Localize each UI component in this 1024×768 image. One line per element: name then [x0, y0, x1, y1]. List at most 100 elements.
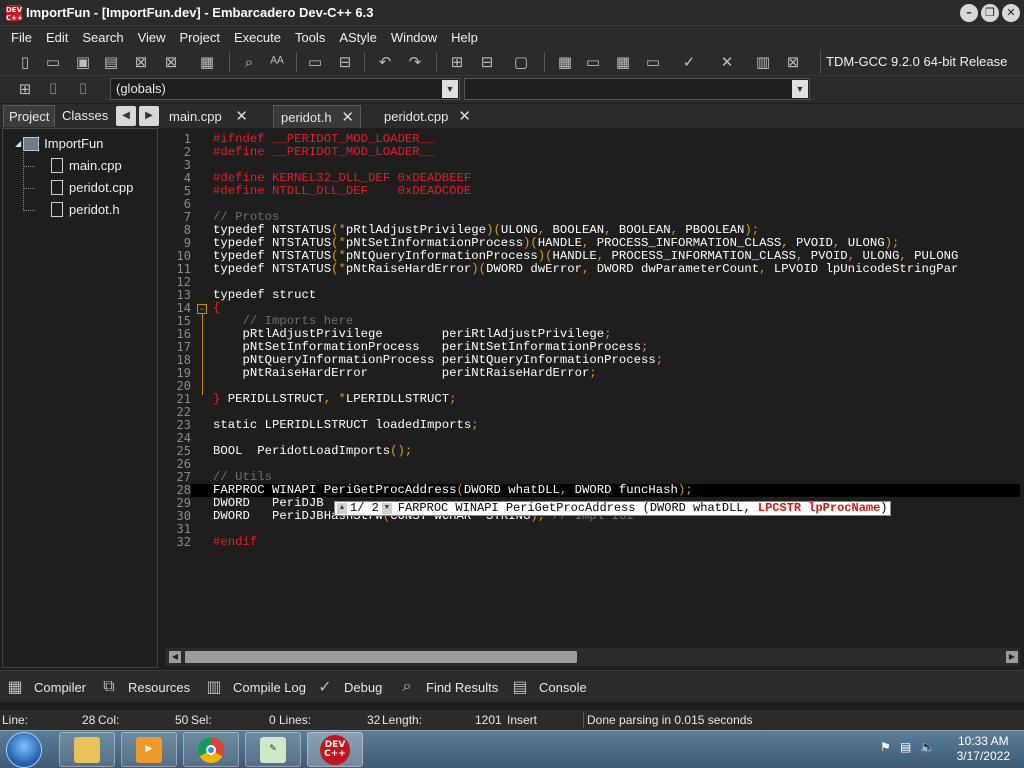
tree-project[interactable]: ◢ ImportFun [15, 136, 103, 151]
compiler-select[interactable]: TDM-GCC 9.2.0 64-bit Release [820, 50, 1024, 74]
tab-peridot-h[interactable]: peridot.h ✕ [273, 105, 361, 128]
call-tip-current-param: LPCSTR lpProcName [757, 501, 881, 515]
menu-help[interactable]: Help [444, 30, 485, 45]
compile-run-icon[interactable]: ▦ [612, 51, 634, 73]
code-token: ); [744, 223, 760, 237]
project-options-icon[interactable]: ▢ [510, 51, 532, 73]
tree-file[interactable]: peridot.cpp [51, 180, 133, 195]
close-tab-icon[interactable]: ✕ [235, 105, 248, 128]
tab-compiler[interactable]: ▦ Compiler [4, 675, 86, 699]
unindent-icon[interactable]: ⊟ [334, 51, 356, 73]
code-token: #endif [213, 535, 258, 549]
code-token: pRtlAdjustPrivilege periRtlAdjustPrivile… [213, 327, 605, 341]
action-center-icon[interactable]: ⚑ [880, 740, 894, 754]
tab-resources[interactable]: ⧉ Resources [98, 675, 190, 699]
scroll-left-icon[interactable]: ◀ [169, 651, 181, 663]
tab-find-results[interactable]: ⌕ Find Results [396, 675, 499, 699]
menu-bar: File Edit Search View Project Execute To… [0, 26, 1024, 48]
chevron-right-icon[interactable]: ▶ [139, 106, 159, 126]
chevron-down-icon[interactable]: ▼ [381, 503, 392, 514]
print-icon[interactable]: ▦ [196, 51, 218, 73]
scope-combo[interactable]: (globals) ▼ [110, 78, 460, 100]
tree-file[interactable]: main.cpp [51, 158, 122, 173]
close-tab-icon[interactable]: ✕ [341, 106, 354, 129]
redo-icon[interactable]: ↷ [404, 51, 426, 73]
file-icon [51, 180, 63, 195]
function-combo[interactable]: ▼ [464, 78, 810, 100]
horizontal-scrollbar[interactable]: ◀ ▶ [165, 648, 1020, 666]
code-token: PULONG [914, 249, 959, 263]
open-file-icon[interactable]: ▭ [42, 51, 64, 73]
fold-toggle-icon[interactable]: − [197, 304, 207, 314]
tab-classes[interactable]: Classes [57, 105, 113, 127]
goto-icon[interactable]: ⊞ [14, 78, 36, 100]
clock-date: 3/17/2022 [956, 749, 1010, 763]
line-value: 28 [82, 713, 96, 727]
run-icon[interactable]: ▭ [582, 51, 604, 73]
menu-tools[interactable]: Tools [288, 30, 332, 45]
menu-execute[interactable]: Execute [227, 30, 288, 45]
bookmarks-icon[interactable]: ⌷ [72, 78, 94, 100]
new-file-icon[interactable]: ▯ [14, 51, 36, 73]
new-project-icon[interactable]: ⊞ [446, 51, 468, 73]
tab-main-cpp[interactable]: main.cpp ✕ [162, 105, 254, 128]
menu-astyle[interactable]: AStyle [332, 30, 384, 45]
taskbar-devcpp[interactable]: DEV C++ [307, 732, 363, 767]
code-token: pRtlAdjustPrivilege [345, 223, 487, 237]
check-icon[interactable]: ✓ [678, 51, 700, 73]
undo-icon[interactable]: ↶ [374, 51, 396, 73]
menu-project[interactable]: Project [173, 30, 227, 45]
stop-icon[interactable]: ✕ [716, 51, 738, 73]
find-icon[interactable]: ⌕ [238, 51, 260, 73]
menu-search[interactable]: Search [75, 30, 130, 45]
replace-icon[interactable]: ᴬᴬ [266, 51, 288, 73]
taskbar-explorer[interactable] [59, 732, 115, 767]
menu-window[interactable]: Window [384, 30, 444, 45]
close-all-icon[interactable]: ⊠ [160, 51, 182, 73]
save-all-icon[interactable]: ▤ [100, 51, 122, 73]
code-editor[interactable]: 1 2 3 4 5 6 7 8 9 10 11 12 13 14 15 16 17 18 19 20 21 22 23 24 2… [165, 128, 1020, 648]
close-file-icon[interactable]: ⊠ [130, 51, 152, 73]
save-icon[interactable]: ▣ [72, 51, 94, 73]
chevron-up-icon[interactable]: ▲ [337, 503, 347, 514]
call-tip: ▲ 1/ 2 ▼ FARPROC WINAPI PeriGetProcAddre… [334, 501, 891, 516]
scroll-right-icon[interactable]: ▶ [1006, 651, 1018, 663]
volume-icon[interactable]: 🔈 [920, 740, 935, 754]
taskbar-notepad[interactable]: ✎ [245, 732, 301, 767]
tab-peridot-cpp[interactable]: peridot.cpp ✕ [377, 105, 477, 128]
menu-edit[interactable]: Edit [39, 30, 75, 45]
close-button[interactable]: ✕ [1002, 4, 1020, 22]
close-tab-icon[interactable]: ✕ [458, 105, 471, 128]
chevron-left-icon[interactable]: ◀ [116, 106, 136, 126]
project-tree: ◢ ImportFun main.cpp peridot.cpp peridot… [2, 128, 158, 668]
taskbar-chrome[interactable] [183, 732, 239, 767]
tab-project[interactable]: Project [3, 105, 56, 127]
compile-icon[interactable]: ▦ [554, 51, 576, 73]
collapse-icon[interactable]: ◢ [15, 139, 21, 148]
menu-view[interactable]: View [131, 30, 173, 45]
add-to-project-icon[interactable]: ⊟ [476, 51, 498, 73]
code-token: #define NTDLL_DLL_DEF 0xDEADCODE [213, 184, 472, 198]
grid-icon: ▦ [7, 679, 23, 696]
taskbar-media-player[interactable]: ▶ [121, 732, 177, 767]
network-icon[interactable]: ▤ [900, 740, 914, 754]
code-token: , [604, 223, 619, 237]
delete-profile-icon[interactable]: ⊠ [782, 51, 804, 73]
start-button[interactable] [6, 732, 42, 768]
tab-compile-log[interactable]: ▥ Compile Log [203, 675, 306, 699]
rebuild-icon[interactable]: ▭ [642, 51, 664, 73]
indent-icon[interactable]: ▭ [304, 51, 326, 73]
scrollbar-thumb[interactable] [185, 651, 577, 663]
menu-file[interactable]: File [4, 30, 39, 45]
code-line: } PERIDLLSTRUCT, *LPERIDLLSTRUCT; [213, 393, 457, 406]
clock[interactable]: 10:33 AM 3/17/2022 [957, 734, 1010, 764]
profile-icon[interactable]: ▥ [752, 51, 774, 73]
tab-debug[interactable]: ✓ Debug [314, 675, 382, 699]
tree-file[interactable]: peridot.h [51, 202, 120, 217]
sel-label: Sel: [191, 713, 212, 727]
tab-console[interactable]: ▤ Console [509, 675, 586, 699]
minimize-button[interactable]: – [960, 4, 978, 22]
code-token: DWORD PeriDJB [213, 496, 324, 510]
bookmark-icon[interactable]: ⌷ [42, 78, 64, 100]
restore-button[interactable]: ❐ [981, 4, 999, 22]
